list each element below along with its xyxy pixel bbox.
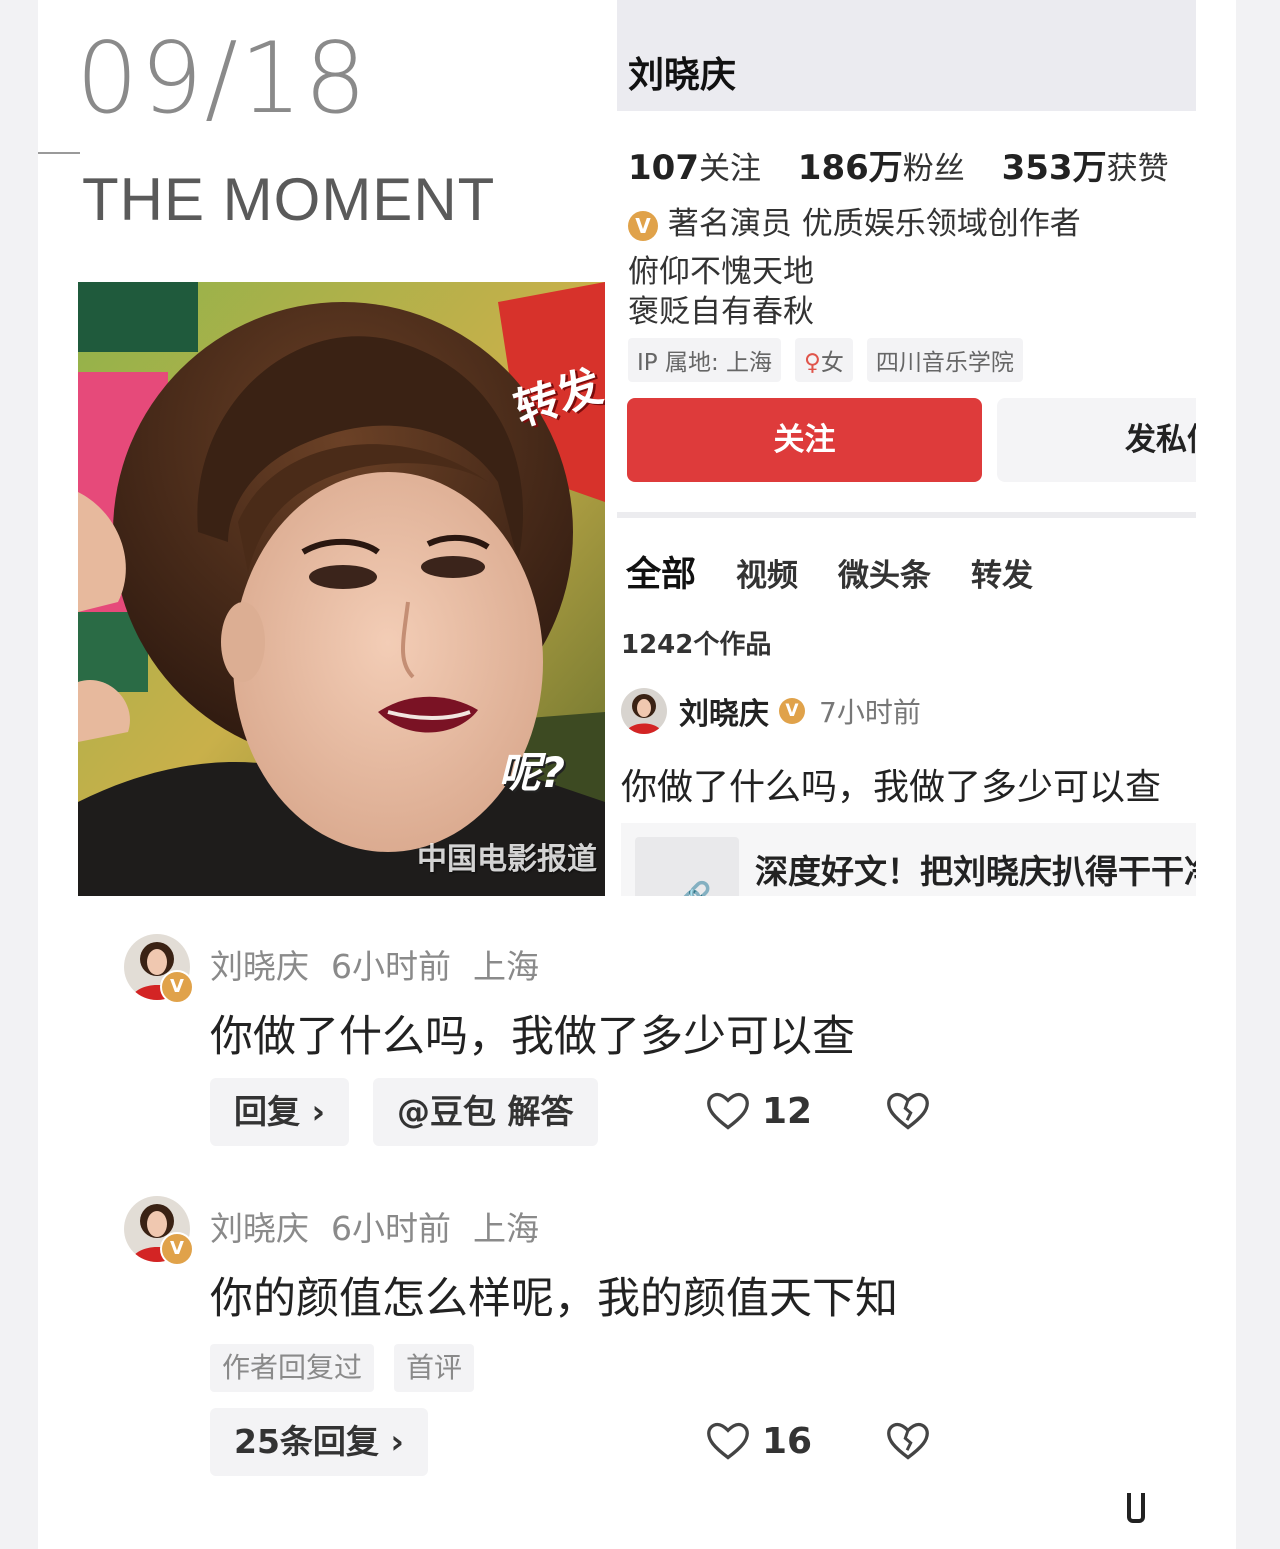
link-icon: 🔗 [679,881,712,896]
article-thumbnail: 🔗 [635,837,739,896]
certification-text: 著名演员 优质娱乐领域创作者 [667,206,1081,242]
comment-location: 上海 [473,1209,539,1248]
verified-icon: V [628,210,658,241]
comment-author[interactable]: 刘晓庆 [210,947,309,986]
comment-time: 6小时前 [331,947,451,986]
linked-article-card[interactable]: 🔗 深度好文！把刘晓庆扒得干干净净 [621,823,1196,896]
message-button[interactable]: 发私信 [997,398,1196,482]
post-time: 7小时前 [819,696,921,729]
content-tabs: 全部 视频 微头条 转发 [626,546,1033,597]
tab-video[interactable]: 视频 [736,550,798,595]
heart-icon [707,1092,749,1130]
verified-icon: V [779,698,805,724]
bio-line-2: 褒贬自有春秋 [628,294,814,330]
like-count: 16 [762,1420,813,1462]
certification: V 著名演员 优质娱乐领域创作者 [628,198,1081,243]
profile-name: 刘晓庆 [628,55,737,96]
profile-tags: IP 属地: 上海 ♀女 四川音乐学院 [628,338,1023,382]
moment-title: THE MOMENT [82,166,496,233]
ai-answer-button[interactable]: @豆包 解答 [373,1078,598,1146]
school-tag[interactable]: 四川音乐学院 [866,338,1023,382]
verified-icon: V [160,970,194,1004]
fans-stat[interactable]: 186万粉丝 [798,148,991,188]
ip-location-tag: IP 属地: 上海 [628,338,782,382]
heart-icon [707,1422,749,1460]
post-header: 刘晓庆 V 7小时前 [621,688,921,734]
avatar[interactable] [621,688,667,734]
reply-button[interactable]: 回复 › [210,1078,350,1146]
bio-line-1: 俯仰不愧天地 [628,254,814,290]
author-replied-tag: 作者回复过 [210,1344,375,1392]
broken-heart-icon [887,1092,929,1130]
follow-button[interactable]: 关注 [627,398,982,482]
like-button[interactable]: 16 [706,1420,812,1462]
sign-text: 呢? [498,748,565,797]
verified-icon: V [160,1232,194,1266]
like-count: 12 [762,1090,813,1132]
divider-dash [38,152,80,154]
dislike-button[interactable] [886,1090,930,1132]
photo-watermark: 中国电影报道 [417,842,597,877]
corner-logo-icon [1127,1493,1145,1523]
date-label: 09/18 [76,22,369,136]
comment-location: 上海 [473,947,539,986]
first-comment-tag: 首评 [394,1344,475,1392]
section-divider [617,512,1196,518]
comment-author[interactable]: 刘晓庆 [210,1209,309,1248]
profile-stats: 107关注 186万粉丝 353万获赞 [628,140,1195,189]
comment-meta: 刘晓庆 6小时前 上海 [210,1202,561,1250]
article-title: 深度好文！把刘晓庆扒得干干净净 [755,852,1196,891]
likes-stat[interactable]: 353万获赞 [1002,148,1195,188]
works-count: 1242个作品 [621,630,772,660]
comment-text[interactable]: 你做了什么吗，我做了多少可以查 [210,1002,855,1064]
portrait-photo: 转发 呢? 中国电影报道 [78,282,605,896]
tab-micro-post[interactable]: 微头条 [838,550,931,595]
broken-heart-icon [887,1422,929,1460]
comment-time: 6小时前 [331,1209,451,1248]
post-author[interactable]: 刘晓庆 [679,689,769,733]
like-button[interactable]: 12 [706,1090,812,1132]
comment-text[interactable]: 你的颜值怎么样呢，我的颜值天下知 [210,1264,898,1326]
comment-meta: 刘晓庆 6小时前 上海 [210,940,561,988]
gender-tag: ♀女 [795,338,853,382]
female-icon: ♀ [804,350,821,376]
dislike-button[interactable] [886,1420,930,1462]
following-stat[interactable]: 107关注 [628,148,787,188]
tab-all[interactable]: 全部 [626,546,696,597]
tab-repost[interactable]: 转发 [971,550,1033,595]
view-replies-button[interactable]: 25条回复 › [210,1408,429,1476]
post-text[interactable]: 你做了什么吗，我做了多少可以查 [621,758,1161,810]
